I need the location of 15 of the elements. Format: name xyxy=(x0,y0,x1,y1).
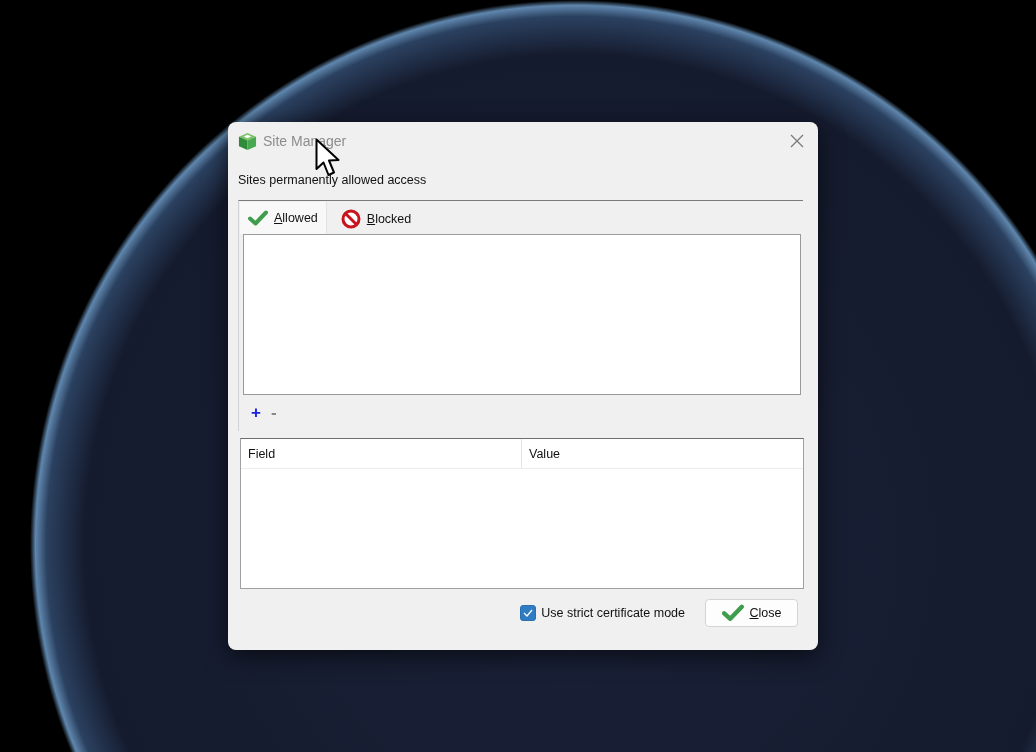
column-header[interactable]: Value xyxy=(522,439,803,468)
cube-icon xyxy=(238,131,257,151)
prohibited-icon xyxy=(340,209,361,229)
check-icon xyxy=(248,210,268,226)
checkmark-icon xyxy=(523,609,534,617)
check-icon xyxy=(721,604,744,622)
close-button[interactable]: Close xyxy=(705,599,798,627)
close-icon[interactable] xyxy=(790,134,804,148)
checkbox[interactable] xyxy=(520,605,537,621)
tab[interactable]: Blocked xyxy=(332,204,421,234)
caption-label: Sites permanently allowed access xyxy=(238,172,427,188)
checkbox-label: Use strict certificate mode xyxy=(541,606,685,620)
tab[interactable]: Allowed xyxy=(240,202,327,234)
column-header[interactable]: Field xyxy=(241,439,522,468)
add-button[interactable]: + xyxy=(248,403,264,423)
